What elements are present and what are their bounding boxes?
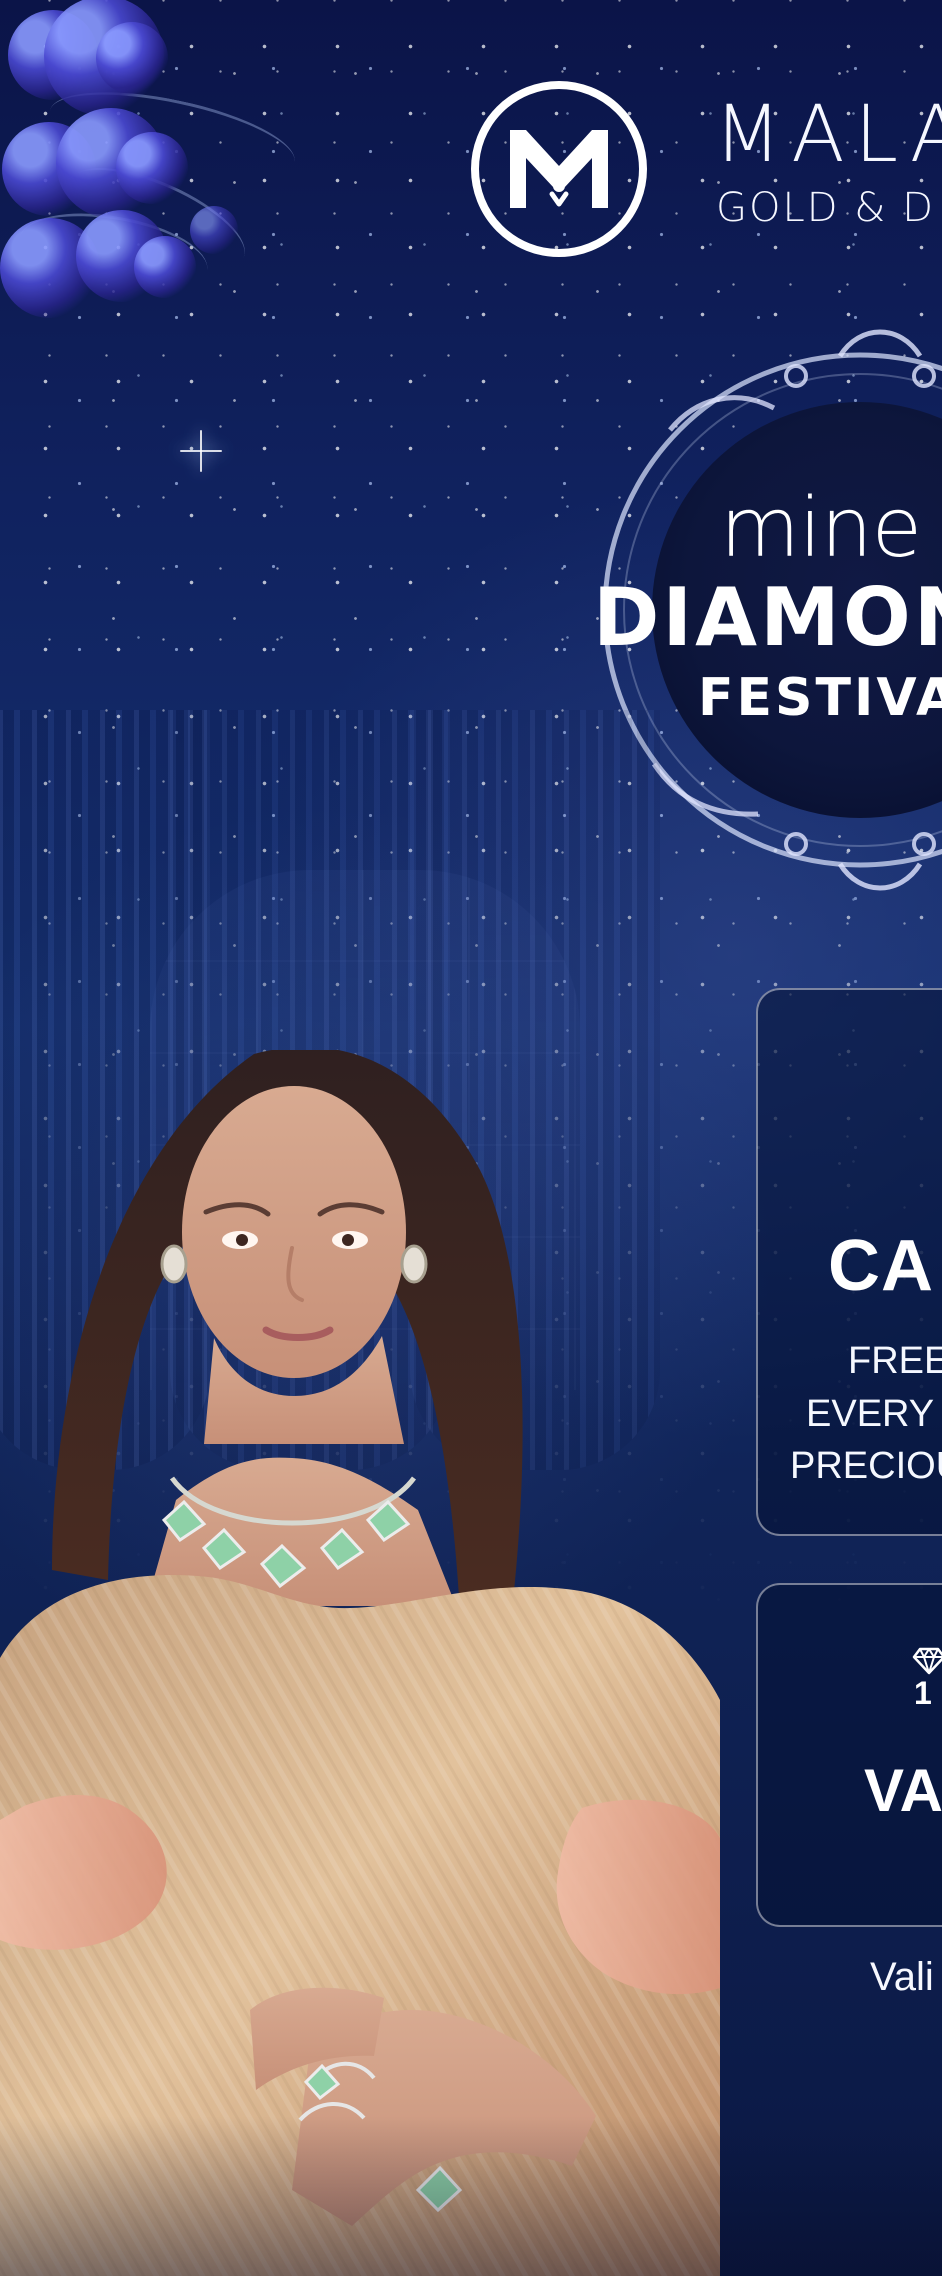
primary-offer-line-1: FREE [848, 1340, 942, 1382]
secondary-offer-number: 1 [914, 1675, 932, 1711]
secondary-offer-card: 1 VA [756, 1583, 942, 1927]
secondary-offer-title: VA [864, 1757, 942, 1824]
bottom-shadow [0, 2116, 942, 2276]
bright-star-icon [180, 430, 222, 472]
primary-offer-line-3: PRECIOU [790, 1445, 942, 1487]
promo-banner: MALA GOLD & D mine DIAMON FESTIVAL [0, 0, 942, 2276]
brand-header: MALA GOLD & D [468, 78, 942, 268]
primary-offer-title: CA [828, 1226, 934, 1306]
model-photo [0, 1050, 720, 2276]
brand-name: MALA [714, 90, 942, 180]
primary-offer-card: CA FREE EVERY U PRECIOU [756, 988, 942, 1536]
diamond-icon [912, 1647, 942, 1675]
brand-subtitle: GOLD & D [716, 185, 935, 231]
festival-diamond-text: DIAMON [593, 571, 942, 664]
festival-mine-text: mine [720, 481, 922, 576]
validity-text: Vali [870, 1955, 934, 1999]
primary-offer-line-2: EVERY U [806, 1393, 942, 1435]
malabar-m-logo-icon [471, 81, 647, 257]
flower-decoration [0, 0, 312, 320]
